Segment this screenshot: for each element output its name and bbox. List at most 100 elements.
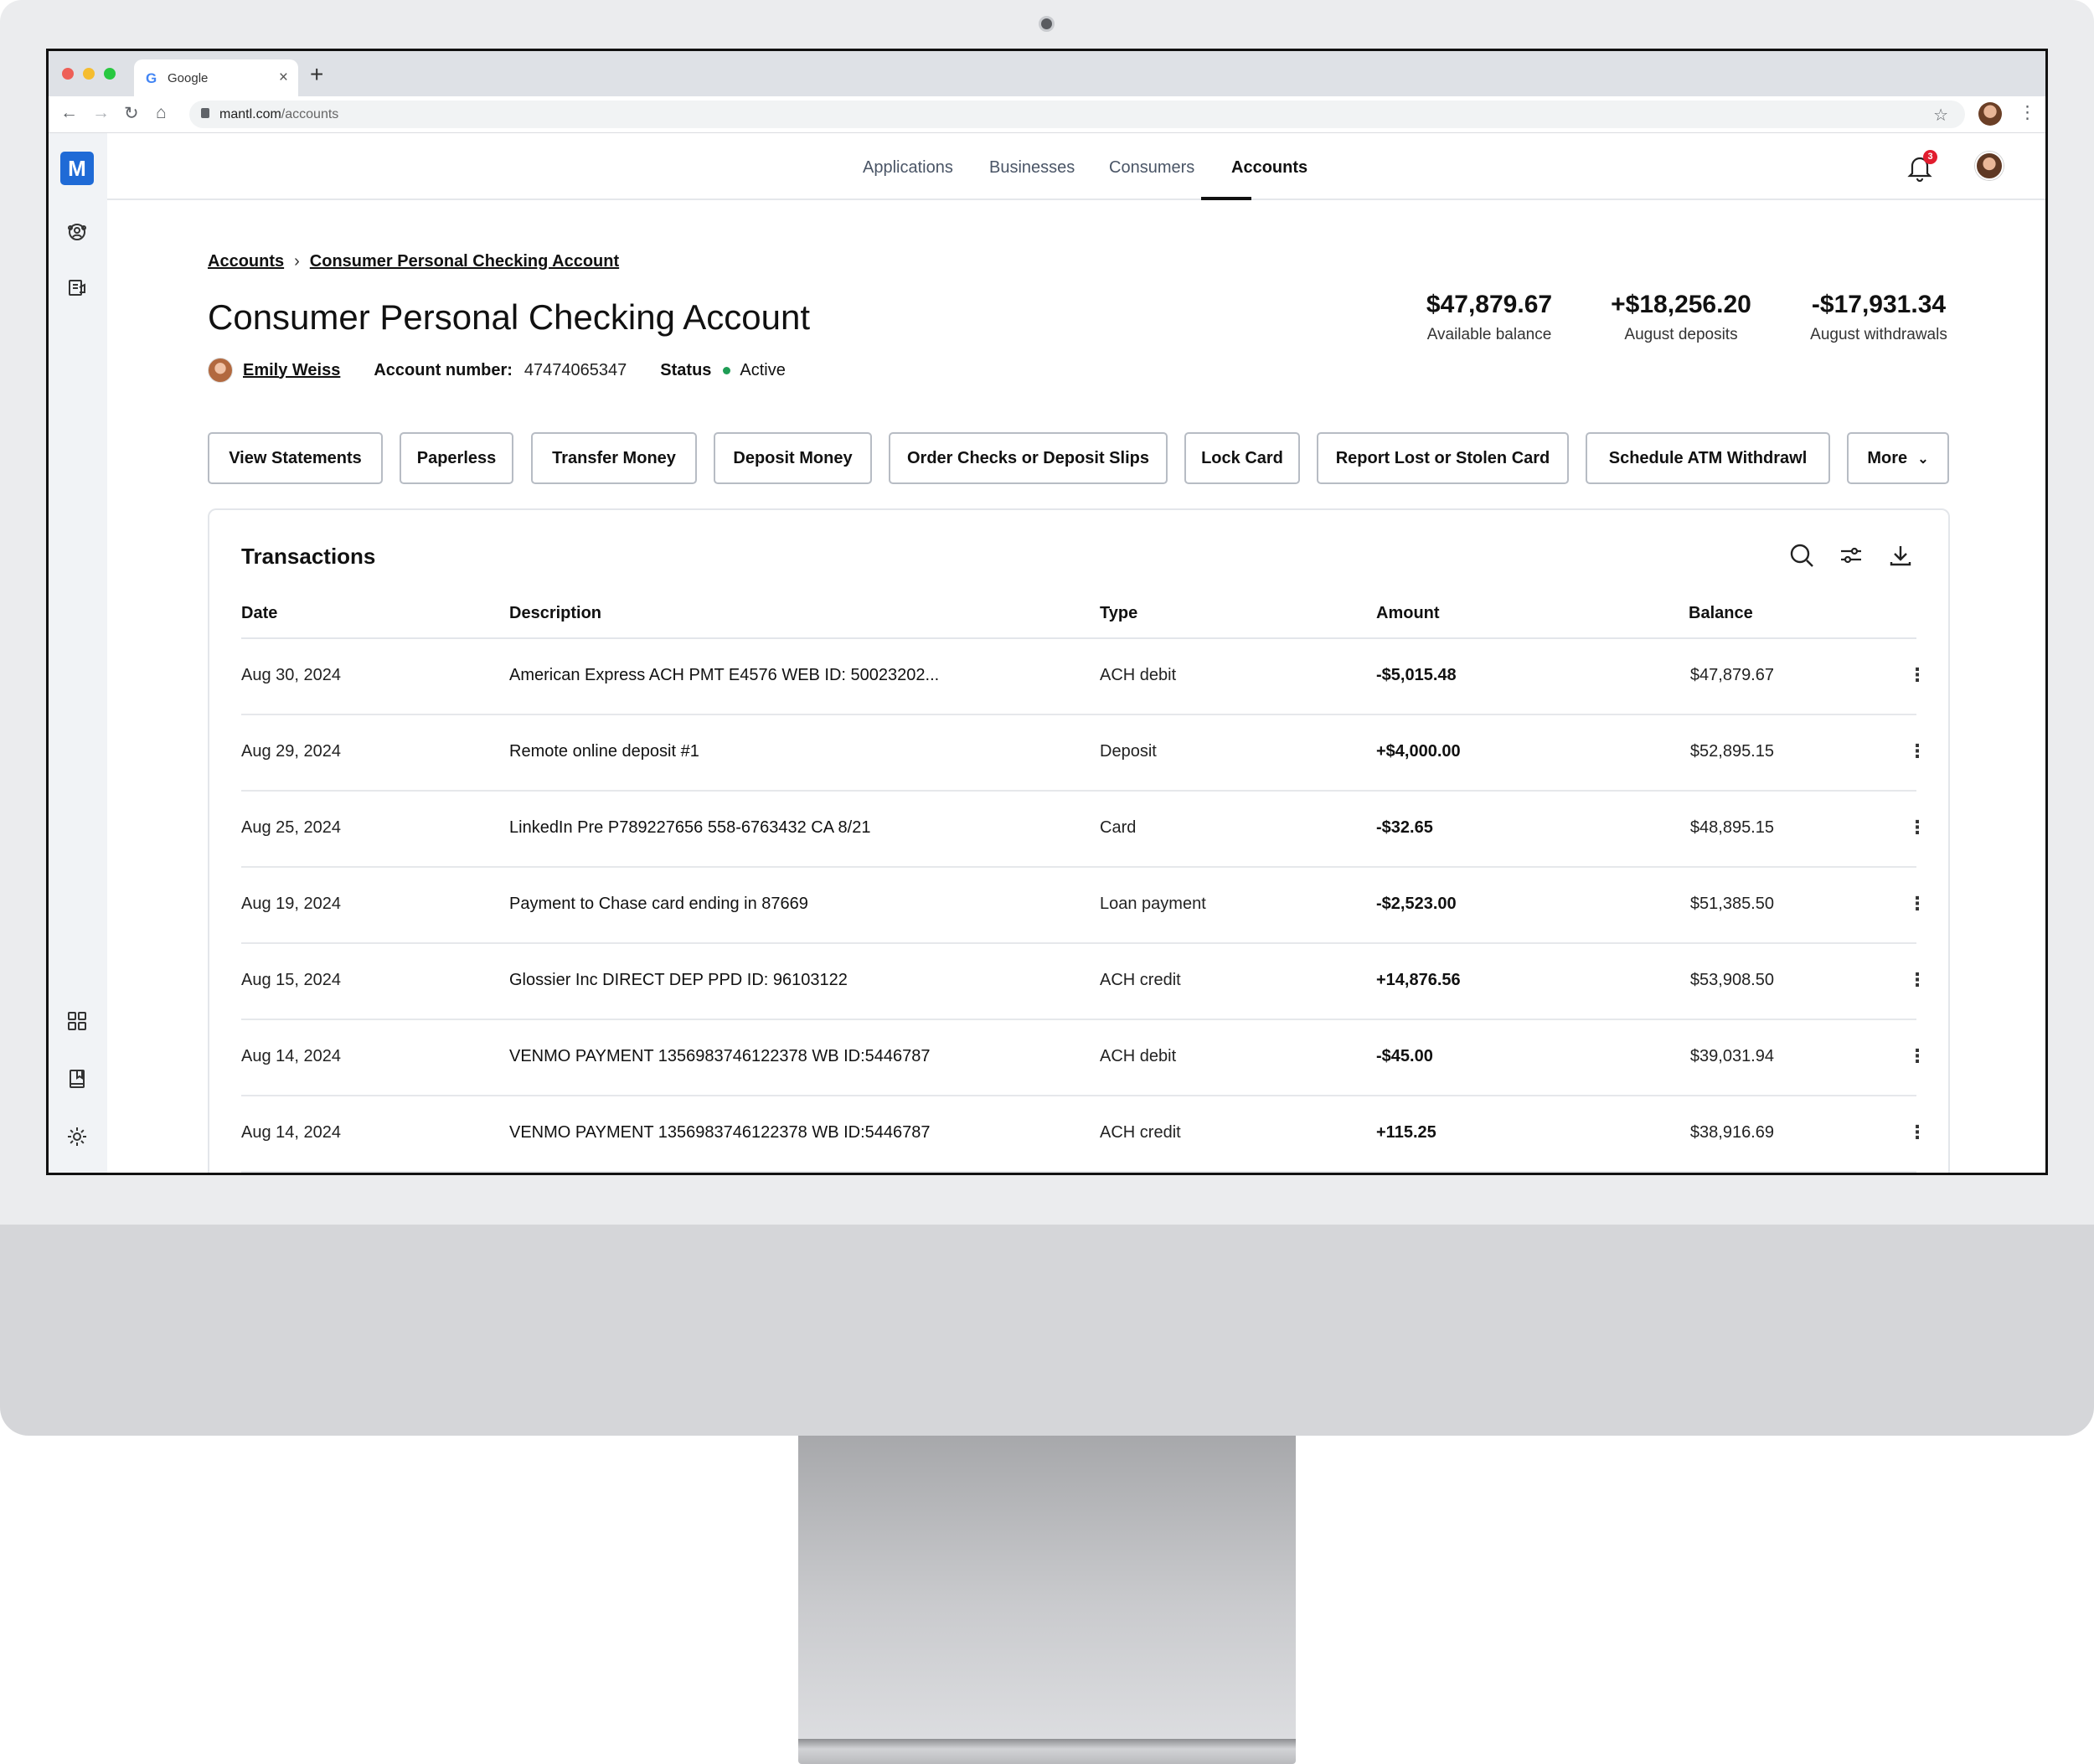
row-description: Glossier Inc DIRECT DEP PPD ID: 96103122 <box>509 971 848 989</box>
row-menu-icon[interactable]: ⋮ <box>1908 817 1926 838</box>
row-type: Deposit <box>1100 742 1157 761</box>
team-icon[interactable] <box>65 220 89 244</box>
breadcrumb-current[interactable]: Consumer Personal Checking Account <box>310 252 619 271</box>
account-meta: Emily Weiss Account number: 47474065347 … <box>208 358 786 383</box>
table-row[interactable]: Aug 30, 2024 American Express ACH PMT E4… <box>241 639 1926 715</box>
url-field[interactable]: mantl.com/accounts ☆ <box>189 101 1965 128</box>
chevron-right-icon: › <box>294 252 300 271</box>
row-menu-icon[interactable]: ⋮ <box>1908 740 1926 762</box>
stat-august-deposits: +$18,256.20 August deposits <box>1597 291 1765 344</box>
transfer-money-button[interactable]: Transfer Money <box>531 432 697 484</box>
row-date: Aug 19, 2024 <box>241 895 341 913</box>
top-navigation: Applications Businesses Consumers Accoun… <box>107 133 2045 200</box>
stat-value: +$18,256.20 <box>1611 291 1751 318</box>
book-icon[interactable] <box>65 1067 89 1091</box>
row-balance: $39,031.94 <box>1689 1047 1774 1065</box>
row-description: American Express ACH PMT E4576 WEB ID: 5… <box>509 666 940 684</box>
browser-menu-icon[interactable]: ⋮ <box>2019 102 2036 123</box>
table-row[interactable]: Aug 15, 2024 Glossier Inc DIRECT DEP PPD… <box>241 944 1926 1020</box>
order-checks-button[interactable]: Order Checks or Deposit Slips <box>889 432 1168 484</box>
transactions-table: Aug 30, 2024 American Express ACH PMT E4… <box>241 639 1926 1173</box>
column-amount[interactable]: Amount <box>1376 604 1440 623</box>
table-row[interactable]: Aug 29, 2024 Remote online deposit #1 De… <box>241 715 1926 792</box>
filter-icon[interactable] <box>1838 542 1864 569</box>
row-menu-icon[interactable]: ⋮ <box>1908 969 1926 991</box>
window-minimize-button[interactable] <box>83 68 95 80</box>
search-icon[interactable] <box>1788 542 1815 569</box>
column-balance[interactable]: Balance <box>1689 604 1753 623</box>
row-type: ACH credit <box>1100 971 1181 989</box>
tab-title: Google <box>168 71 209 85</box>
browser-profile-avatar[interactable] <box>1978 102 2002 126</box>
row-balance: $48,895.15 <box>1689 818 1774 837</box>
row-type: ACH debit <box>1100 1047 1177 1065</box>
row-type: ACH credit <box>1100 1123 1181 1142</box>
stat-label: August withdrawals <box>1810 326 1947 343</box>
transactions-title: Transactions <box>241 544 376 569</box>
stat-value: $47,879.67 <box>1426 291 1553 318</box>
download-icon[interactable] <box>1887 542 1914 569</box>
row-amount: -$5,015.48 <box>1376 666 1457 684</box>
nav-applications[interactable]: Applications <box>863 158 953 178</box>
bookmark-star-icon[interactable]: ☆ <box>1933 105 1948 126</box>
new-tab-button[interactable]: + <box>310 61 323 88</box>
table-row[interactable]: Aug 14, 2024 VENMO PAYMENT 1356983746122… <box>241 1020 1926 1096</box>
view-statements-button[interactable]: View Statements <box>208 432 383 484</box>
owner-link[interactable]: Emily Weiss <box>243 361 340 380</box>
schedule-atm-button[interactable]: Schedule ATM Withdrawl <box>1586 432 1830 484</box>
nav-businesses[interactable]: Businesses <box>989 158 1075 178</box>
stat-label: August deposits <box>1624 326 1738 343</box>
grid-icon[interactable] <box>65 1009 89 1033</box>
row-amount: +14,876.56 <box>1376 971 1461 989</box>
breadcrumb-accounts-link[interactable]: Accounts <box>208 252 284 271</box>
stat-august-withdrawals: -$17,931.34 August withdrawals <box>1795 291 1962 344</box>
nav-accounts[interactable]: Accounts <box>1231 158 1307 178</box>
account-number-value: 47474065347 <box>524 360 627 379</box>
browser-tab[interactable]: G Google × <box>134 59 298 96</box>
transactions-card: Transactions Date Description Type Amoun… <box>208 508 1950 1173</box>
gear-icon[interactable] <box>65 1125 89 1148</box>
column-description[interactable]: Description <box>509 604 601 623</box>
report-lost-card-button[interactable]: Report Lost or Stolen Card <box>1317 432 1569 484</box>
row-balance: $47,879.67 <box>1689 666 1774 684</box>
row-menu-icon[interactable]: ⋮ <box>1908 893 1926 915</box>
column-date[interactable]: Date <box>241 604 277 623</box>
row-date: Aug 15, 2024 <box>241 971 341 989</box>
table-row[interactable]: Aug 19, 2024 Payment to Chase card endin… <box>241 868 1926 944</box>
row-balance: $51,385.50 <box>1689 895 1774 913</box>
row-balance: $53,908.50 <box>1689 971 1774 989</box>
lock-icon <box>201 108 209 118</box>
tab-close-icon[interactable]: × <box>279 69 288 87</box>
row-date: Aug 14, 2024 <box>241 1123 341 1142</box>
browser-address-bar: ← → ↻ ⌂ mantl.com/accounts ☆ ⋮ <box>49 96 2045 133</box>
page-title: Consumer Personal Checking Account <box>208 297 811 337</box>
row-description: VENMO PAYMENT 1356983746122378 WB ID:544… <box>509 1047 931 1065</box>
row-amount: +115.25 <box>1376 1123 1436 1142</box>
stat-value: -$17,931.34 <box>1811 291 1947 318</box>
deposit-money-button[interactable]: Deposit Money <box>714 432 872 484</box>
paperless-button[interactable]: Paperless <box>400 432 513 484</box>
nav-consumers[interactable]: Consumers <box>1109 158 1194 178</box>
row-type: Card <box>1100 818 1137 837</box>
window-close-button[interactable] <box>62 68 74 80</box>
row-amount: -$2,523.00 <box>1376 895 1457 913</box>
reload-icon[interactable]: ↻ <box>124 103 139 124</box>
row-menu-icon[interactable]: ⋮ <box>1908 1045 1926 1067</box>
home-icon[interactable]: ⌂ <box>156 103 167 123</box>
forward-arrow-icon[interactable]: → <box>92 103 110 123</box>
more-button[interactable]: More ⌄ <box>1847 432 1949 484</box>
column-type[interactable]: Type <box>1100 604 1137 623</box>
lock-card-button[interactable]: Lock Card <box>1184 432 1300 484</box>
window-zoom-button[interactable] <box>104 68 116 80</box>
row-menu-icon[interactable]: ⋮ <box>1908 664 1926 686</box>
table-row[interactable]: Aug 14, 2024 VENMO PAYMENT 1356983746122… <box>241 1096 1926 1173</box>
row-description: Remote online deposit #1 <box>509 742 699 761</box>
stat-available-balance: $47,879.67 Available balance <box>1414 291 1565 344</box>
mantl-logo[interactable]: M <box>60 152 94 185</box>
table-row[interactable]: Aug 25, 2024 LinkedIn Pre P789227656 558… <box>241 792 1926 868</box>
row-date: Aug 29, 2024 <box>241 742 341 761</box>
row-menu-icon[interactable]: ⋮ <box>1908 1122 1926 1143</box>
back-arrow-icon[interactable]: ← <box>60 103 78 123</box>
user-avatar[interactable] <box>1975 152 2004 180</box>
bank-icon[interactable] <box>65 276 89 299</box>
